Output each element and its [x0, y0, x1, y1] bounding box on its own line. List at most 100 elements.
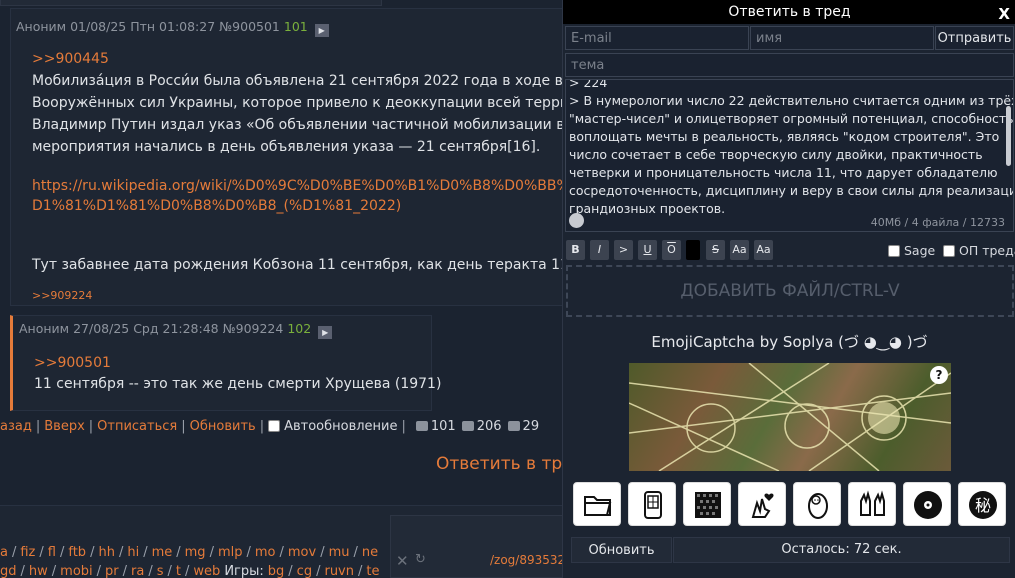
captcha-image [629, 363, 951, 471]
file-dropzone[interactable]: ДОБАВИТЬ ФАЙЛ/CTRL-V [566, 265, 1014, 317]
board-link[interactable]: fl [48, 545, 56, 560]
sailboat-icon[interactable] [569, 213, 584, 228]
board-separator: / [176, 545, 181, 560]
backref-link[interactable]: >>909224 [32, 289, 92, 302]
sage-option[interactable]: Sage [888, 243, 935, 258]
subject-field[interactable] [565, 53, 1014, 77]
play-icon[interactable]: ▶ [314, 24, 329, 37]
board-link[interactable]: me [152, 545, 173, 560]
board-separator: / [11, 545, 17, 560]
mini-thread-link[interactable]: /zog/893532 [490, 553, 565, 567]
post-datetime: 27/08/25 Срд 21:28:48 [73, 321, 219, 336]
captcha-timer: Осталось: 72 сек. [673, 537, 1010, 563]
wiki-link-line1[interactable]: https://ru.wikipedia.org/wiki/%D0%9C%D0%… [32, 175, 635, 197]
sage-label: Sage [904, 243, 936, 258]
italic-button[interactable]: I [590, 240, 609, 260]
message-textarea[interactable]: > 224 > В нумерологии число 22 действите… [565, 79, 1014, 232]
board-link[interactable]: pr [105, 564, 119, 578]
board-link[interactable]: mo [255, 545, 276, 560]
folder-icon[interactable] [573, 482, 621, 526]
phone-icon[interactable] [628, 482, 676, 526]
board-link[interactable]: cg [297, 564, 312, 578]
board-link[interactable]: ra [131, 564, 144, 578]
images-icon [461, 421, 474, 431]
post-header: Аноним 01/08/25 Птн 01:08:27 №900501 101… [16, 19, 329, 37]
bold-button[interactable]: B [566, 240, 585, 260]
overline-button[interactable]: O [662, 240, 681, 260]
autorefresh-checkbox[interactable] [268, 420, 281, 432]
board-link[interactable]: web [193, 564, 220, 578]
disc-icon[interactable] [903, 482, 951, 526]
board-separator: / [51, 564, 57, 578]
boards-row-2: gd / hw / mobi / pr / ra / s / t / web Игры: bg / cg / ruvn /… [0, 564, 380, 578]
board-separator: / [90, 545, 95, 560]
close-icon[interactable]: X [998, 2, 1010, 26]
message-line: > В нумерологии число 22 действительно с… [569, 93, 1014, 108]
users-count: 29 [522, 419, 540, 434]
board-link[interactable]: fiz [20, 545, 35, 560]
underline-button[interactable]: U [638, 240, 657, 260]
back-link[interactable]: азад [0, 419, 32, 434]
email-field[interactable] [565, 26, 749, 50]
board-link[interactable]: s [157, 564, 164, 578]
post-number[interactable]: №909224 [223, 321, 284, 336]
post-text-line: Владимир Путин издал указ «Об объявлении… [32, 117, 602, 133]
board-link[interactable]: ne [362, 545, 378, 560]
sage-checkbox[interactable] [888, 245, 900, 257]
board-link[interactable]: ftb [68, 545, 86, 560]
message-line: "мастер-чисел" и олицетворяет огромный п… [569, 111, 1014, 126]
board-link[interactable]: hw [29, 564, 48, 578]
spoiler-button[interactable] [686, 240, 700, 260]
superscript-button[interactable]: Aa [730, 240, 749, 260]
quote-button[interactable]: > [614, 240, 633, 260]
name-field[interactable] [750, 26, 934, 50]
board-separator: / [96, 564, 102, 578]
board-link[interactable]: hi [127, 545, 139, 560]
captcha-refresh-button[interactable]: Обновить [571, 537, 672, 563]
post-text-line: Мобилиза́ция в Росси́и была объявлена 21… [32, 73, 602, 89]
captcha-help-icon[interactable]: ? [930, 366, 948, 384]
board-separator: / [279, 545, 284, 560]
reply-ref-link[interactable]: >>900445 [32, 51, 109, 67]
baby-icon[interactable] [793, 482, 841, 526]
post-count: 101 [283, 19, 308, 34]
wiki-link-line2[interactable]: D1%81%D1%81%D0%B8%D0%B8_(%D1%81_2022) [32, 195, 401, 217]
secret-icon[interactable]: 秘 [958, 482, 1006, 526]
board-link[interactable]: ruvn [324, 564, 354, 578]
grid-icon[interactable] [683, 482, 731, 526]
unsubscribe-link[interactable]: Отписаться [97, 419, 177, 434]
board-link[interactable]: hh [98, 545, 114, 560]
send-button[interactable]: Отправить [935, 26, 1014, 50]
board-link[interactable]: te [366, 564, 379, 578]
textarea-scrollbar[interactable] [1006, 106, 1011, 166]
op-option[interactable]: ОП треда [943, 243, 1015, 258]
message-line: сосредоточенность, дисциплину и веру в с… [569, 183, 1014, 198]
reload-icon[interactable]: ↻ [415, 552, 426, 567]
subscript-button[interactable]: Aa [754, 240, 773, 260]
board-link[interactable]: t [176, 564, 181, 578]
board-link[interactable]: gd [0, 564, 17, 578]
top-link[interactable]: Вверх [44, 419, 85, 434]
board-link[interactable]: mov [288, 545, 316, 560]
close-icon[interactable]: ✕ [396, 552, 409, 570]
refresh-link[interactable]: Обновить [190, 419, 256, 434]
captcha-title: EmojiCaptcha by Soplya (づ ◕‿◕ )づ [651, 333, 928, 351]
reply-ref-link[interactable]: >>900501 [34, 355, 111, 371]
board-link[interactable]: bg [268, 564, 285, 578]
form-title-text: Ответить в тред [728, 4, 851, 20]
hands-icon[interactable] [848, 482, 896, 526]
board-link[interactable]: mobi [60, 564, 92, 578]
board-separator: / [316, 564, 321, 578]
op-checkbox[interactable] [943, 245, 955, 257]
hand-heart-icon[interactable] [738, 482, 786, 526]
board-separator: / [118, 545, 124, 560]
board-link[interactable]: mg [185, 545, 206, 560]
post-number[interactable]: №900501 [219, 19, 280, 34]
board-link[interactable]: mlp [218, 545, 243, 560]
strike-button[interactable]: S [706, 240, 725, 260]
board-link[interactable]: mu [329, 545, 350, 560]
board-separator: / [148, 564, 153, 578]
play-icon[interactable]: ▶ [318, 326, 333, 339]
board-link[interactable]: a [0, 545, 8, 560]
post-datetime: 01/08/25 Птн 01:08:27 [70, 19, 216, 34]
